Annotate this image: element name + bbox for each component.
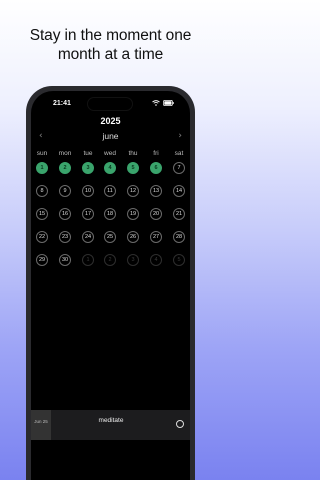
- calendar-day[interactable]: 8: [36, 185, 48, 197]
- chevron-right-icon[interactable]: ›: [178, 131, 182, 141]
- calendar-day: 5: [173, 254, 185, 266]
- calendar-day[interactable]: 19: [127, 208, 139, 220]
- calendar-day: 3: [127, 254, 139, 266]
- calendar-day[interactable]: 6: [150, 162, 162, 174]
- headline: Stay in the moment one month at a time: [0, 26, 221, 64]
- weekday-thu: thu: [128, 150, 138, 157]
- calendar-day[interactable]: 14: [173, 185, 185, 197]
- calendar-day[interactable]: 23: [59, 231, 71, 243]
- weekday-sun: sun: [36, 150, 48, 157]
- now-playing-bar[interactable]: Jun 25 meditate: [31, 410, 190, 440]
- month-navigator: ‹ june ›: [31, 131, 190, 143]
- calendar-day[interactable]: 24: [82, 231, 94, 243]
- calendar-day[interactable]: 25: [104, 231, 116, 243]
- calendar-day[interactable]: 26: [127, 231, 139, 243]
- calendar-day[interactable]: 16: [59, 208, 71, 220]
- dynamic-island: [87, 97, 133, 111]
- weekday-mon: mon: [58, 150, 72, 157]
- wifi-icon: [152, 100, 160, 106]
- calendar-day[interactable]: 20: [150, 208, 162, 220]
- calendar-day[interactable]: 3: [82, 162, 94, 174]
- weekday-wed: wed: [104, 150, 116, 157]
- calendar-day[interactable]: 27: [150, 231, 162, 243]
- status-icons: [152, 100, 174, 106]
- thumbnail-label: Jun 25: [34, 419, 48, 424]
- calendar-day[interactable]: 22: [36, 231, 48, 243]
- weekday-fri: fri: [153, 150, 159, 157]
- month-label: june: [102, 131, 119, 141]
- status-time: 21:41: [53, 100, 71, 107]
- calendar-day: 4: [150, 254, 162, 266]
- phone-screen: 21:41 2025 ‹ june › sun mon tue wed thu fri sa…: [31, 91, 190, 480]
- calendar-grid: 1 2 3 4 5 6 7 8 9 10 11 12 13 14 15 16 17 18 19 20 21 22 23 24 2…: [31, 162, 190, 292]
- session-thumbnail[interactable]: Jun 25: [31, 410, 51, 440]
- calendar-day[interactable]: 5: [127, 162, 139, 174]
- weekday-sat: sat: [174, 150, 184, 157]
- calendar-day: 1: [82, 254, 94, 266]
- play-icon[interactable]: [176, 420, 184, 428]
- year-title: 2025: [100, 116, 121, 126]
- calendar-day[interactable]: 21: [173, 208, 185, 220]
- calendar-day[interactable]: 18: [104, 208, 116, 220]
- headline-line-2: month at a time: [57, 46, 164, 63]
- weekday-tue: tue: [83, 150, 93, 157]
- calendar-day[interactable]: 17: [82, 208, 94, 220]
- calendar-day[interactable]: 2: [59, 162, 71, 174]
- session-title[interactable]: meditate: [51, 410, 171, 440]
- calendar-day[interactable]: 9: [59, 185, 71, 197]
- weekday-header: sun mon tue wed thu fri sat: [31, 150, 190, 159]
- calendar-day[interactable]: 1: [36, 162, 48, 174]
- calendar-day[interactable]: 15: [36, 208, 48, 220]
- calendar-day: 2: [104, 254, 116, 266]
- battery-icon: [163, 100, 174, 106]
- calendar-day[interactable]: 29: [36, 254, 48, 266]
- headline-line-1: Stay in the moment one: [29, 27, 192, 44]
- calendar-day[interactable]: 11: [104, 185, 116, 197]
- calendar-day[interactable]: 13: [150, 185, 162, 197]
- calendar-day[interactable]: 10: [82, 185, 94, 197]
- calendar-day[interactable]: 30: [59, 254, 71, 266]
- calendar-day[interactable]: 12: [127, 185, 139, 197]
- calendar-day[interactable]: 28: [173, 231, 185, 243]
- calendar-day[interactable]: 4: [104, 162, 116, 174]
- calendar-day[interactable]: 7: [173, 162, 185, 174]
